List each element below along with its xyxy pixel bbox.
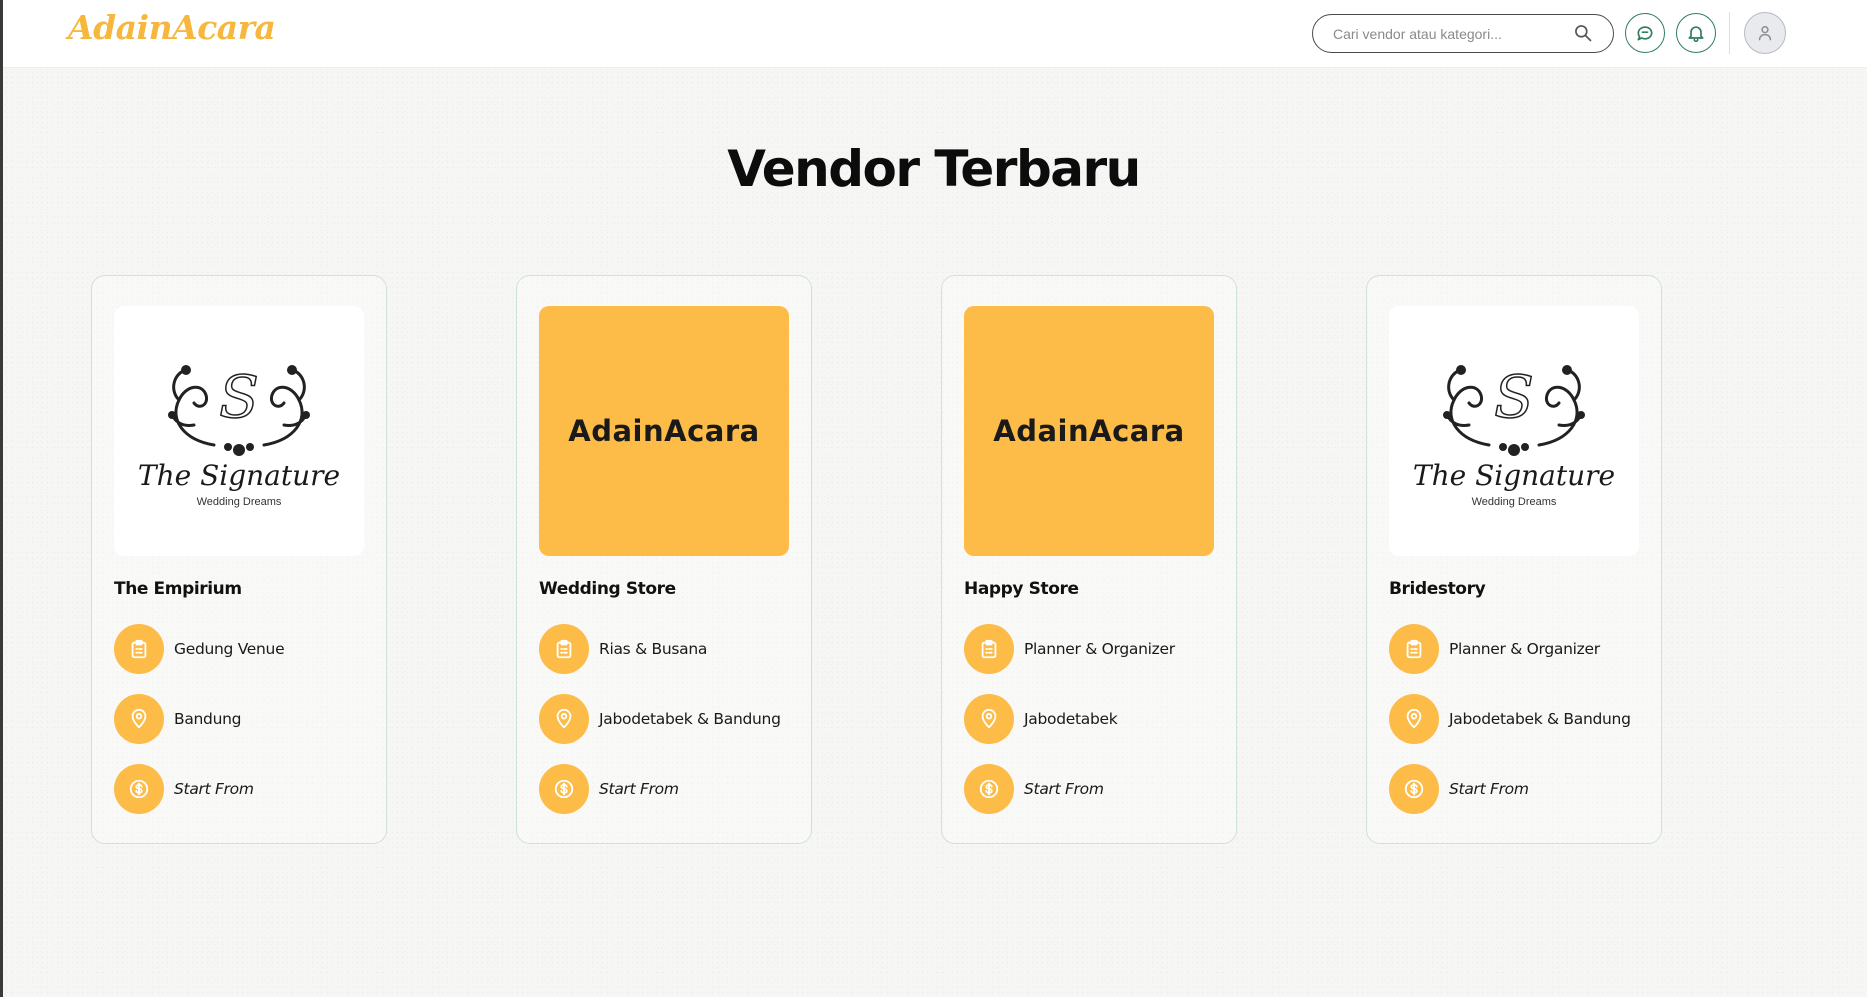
- dollar-coin-icon: [979, 779, 999, 799]
- vendor-name[interactable]: Bridestory: [1389, 579, 1486, 599]
- vendor-category-text: Planner & Organizer: [1449, 640, 1600, 658]
- vendor-location: Jabodetabek & Bandung: [1389, 694, 1631, 744]
- vendor-price: Start From: [1389, 764, 1529, 814]
- vendor-image-brand-text: AdainAcara: [568, 414, 760, 448]
- signature-script-text: The Signature: [1412, 458, 1616, 492]
- location-pin-icon: [556, 708, 572, 729]
- search-bar[interactable]: [1312, 14, 1614, 53]
- vendor-price-text: Start From: [599, 780, 679, 798]
- vendor-image[interactable]: S The Signature Wedding Dreams: [114, 306, 364, 556]
- location-pin-icon: [131, 708, 147, 729]
- search-icon[interactable]: [1573, 23, 1593, 43]
- svg-text:S: S: [1494, 363, 1534, 431]
- vendor-card[interactable]: AdainAcara Wedding Store Rias & Busana J…: [516, 275, 812, 844]
- vendor-location: Jabodetabek: [964, 694, 1118, 744]
- vendor-category: Gedung Venue: [114, 624, 285, 674]
- clipboard-icon: [981, 639, 997, 659]
- vendor-price: Start From: [539, 764, 679, 814]
- vendor-image[interactable]: S The Signature Wedding Dreams: [1389, 306, 1639, 556]
- dollar-coin-icon: [1404, 779, 1424, 799]
- vendor-category: Planner & Organizer: [964, 624, 1175, 674]
- vendor-location-text: Jabodetabek: [1024, 710, 1118, 728]
- vendor-card[interactable]: S The Signature Wedding Dreams Bridestor…: [1366, 275, 1662, 844]
- signature-caption: Wedding Dreams: [196, 495, 282, 508]
- vendor-category: Rias & Busana: [539, 624, 707, 674]
- signature-script-text: The Signature: [137, 458, 341, 492]
- search-input[interactable]: [1333, 25, 1563, 42]
- vendor-category: Planner & Organizer: [1389, 624, 1600, 674]
- section-title: Vendor Terbaru: [727, 140, 1141, 198]
- chat-button[interactable]: [1625, 13, 1665, 53]
- clipboard-icon: [556, 639, 572, 659]
- svg-text:S: S: [219, 363, 259, 431]
- location-pin-icon: [981, 708, 997, 729]
- vendor-location: Bandung: [114, 694, 241, 744]
- dollar-coin-icon: [129, 779, 149, 799]
- bell-icon: [1688, 26, 1704, 43]
- vendor-location-text: Bandung: [174, 710, 242, 728]
- vendor-card[interactable]: AdainAcara Happy Store Planner & Organiz…: [941, 275, 1237, 844]
- dollar-coin-icon: [554, 779, 574, 799]
- vendor-price: Start From: [964, 764, 1104, 814]
- navbar-divider: [1729, 12, 1730, 54]
- vendor-card[interactable]: S The Signature Wedding Dreams The Empir…: [91, 275, 387, 844]
- vendor-location-text: Jabodetabek & Bandung: [1449, 710, 1631, 728]
- location-pin-icon: [1406, 708, 1422, 729]
- user-avatar[interactable]: [1744, 12, 1786, 54]
- ornament-logo-icon: S: [168, 362, 310, 456]
- vendor-location: Jabodetabek & Bandung: [539, 694, 781, 744]
- top-navbar: AdainAcara: [3, 0, 1867, 68]
- vendor-category-text: Rias & Busana: [599, 640, 708, 658]
- ornament-logo-icon: S: [1443, 362, 1585, 456]
- user-avatar-icon: [1758, 26, 1772, 41]
- clipboard-icon: [131, 639, 147, 659]
- vendor-price: Start From: [114, 764, 254, 814]
- vendor-name[interactable]: The Empirium: [114, 579, 242, 599]
- vendor-image[interactable]: AdainAcara: [539, 306, 789, 556]
- vendor-price-text: Start From: [1449, 780, 1529, 798]
- notification-button[interactable]: [1676, 13, 1716, 53]
- vendor-name[interactable]: Wedding Store: [539, 579, 676, 599]
- signature-caption: Wedding Dreams: [1471, 495, 1557, 508]
- clipboard-icon: [1406, 639, 1422, 659]
- vendor-location-text: Jabodetabek & Bandung: [599, 710, 781, 728]
- brand-logo[interactable]: AdainAcara: [68, 8, 276, 47]
- vendor-image[interactable]: AdainAcara: [964, 306, 1214, 556]
- vendor-price-text: Start From: [1024, 780, 1104, 798]
- chat-icon: [1637, 26, 1653, 41]
- vendor-price-text: Start From: [174, 780, 254, 798]
- vendor-name[interactable]: Happy Store: [964, 579, 1079, 599]
- vendor-image-brand-text: AdainAcara: [993, 414, 1185, 448]
- vendor-category-text: Planner & Organizer: [1024, 640, 1175, 658]
- vendor-category-text: Gedung Venue: [174, 640, 285, 658]
